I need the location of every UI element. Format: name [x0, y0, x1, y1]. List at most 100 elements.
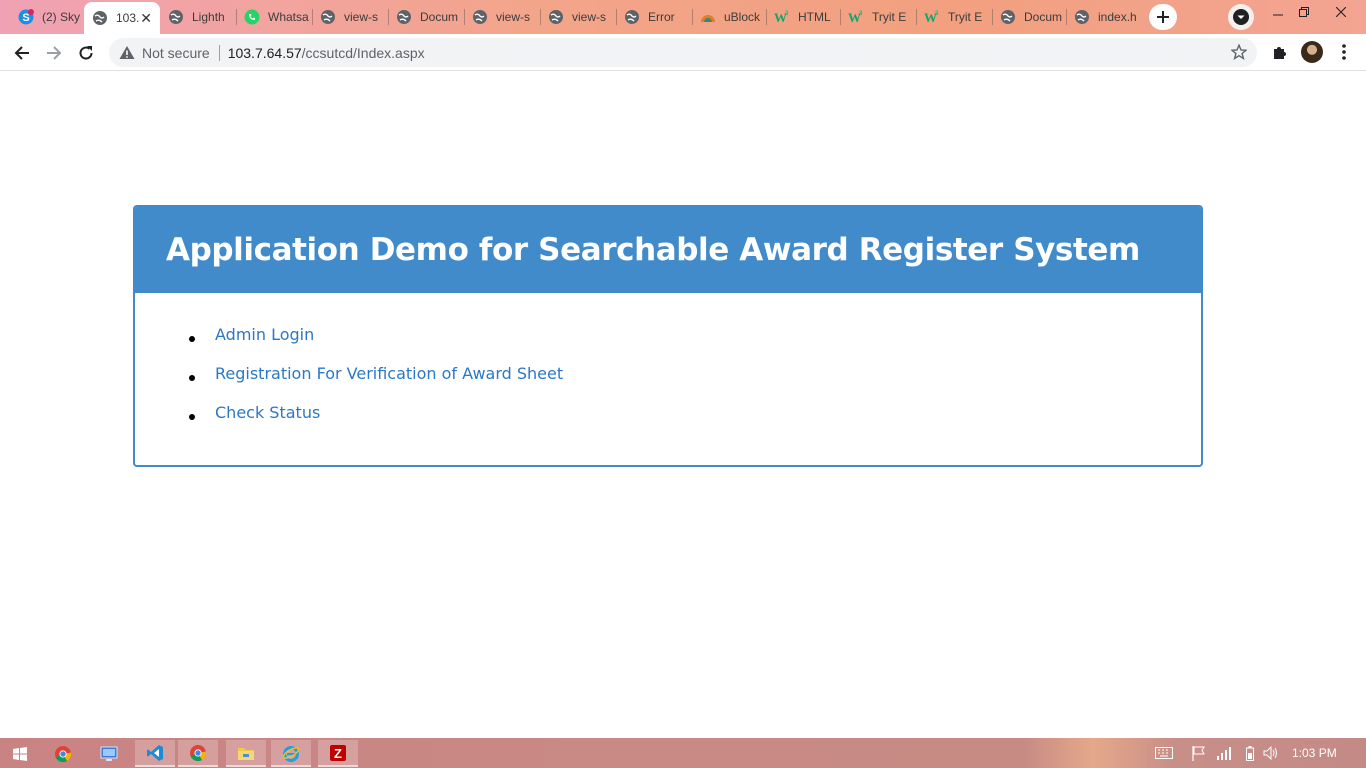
tab-title: Docum [1024, 10, 1063, 24]
filezilla-icon: Z [330, 744, 346, 761]
chrome-icon [55, 745, 72, 762]
tab-skype[interactable]: S (2) Sky [10, 0, 84, 34]
taskbar-remote-desktop[interactable] [89, 740, 129, 767]
tab-tryit-editor[interactable]: W3 Tryit E [840, 0, 916, 34]
admin-login-link[interactable]: Admin Login [215, 325, 314, 344]
arrow-left-icon [14, 46, 29, 60]
tab-strip: S (2) Sky 103. ✕ Lighth Whatsa view-s Do… [0, 0, 1366, 34]
taskbar-internet-explorer[interactable] [271, 740, 311, 767]
battery-icon[interactable] [1242, 744, 1258, 762]
tab-document[interactable]: Docum [992, 0, 1066, 34]
vscode-icon [147, 744, 163, 761]
tab-view-source[interactable]: view-s [464, 0, 540, 34]
tab-title: Tryit E [948, 10, 983, 24]
globe-icon [624, 9, 640, 25]
taskbar: Z [0, 738, 1366, 768]
registration-link[interactable]: Registration For Verification of Award S… [215, 364, 563, 383]
tab-html[interactable]: W3 HTML [766, 0, 840, 34]
check-status-link[interactable]: Check Status [215, 403, 320, 422]
tab-document[interactable]: Docum [388, 0, 464, 34]
forward-button[interactable] [41, 40, 67, 66]
tab-index[interactable]: index.h [1066, 0, 1140, 34]
tab-whatsapp[interactable]: Whatsa [236, 0, 312, 34]
tab-ublock[interactable]: uBlock [692, 0, 766, 34]
keyboard-icon[interactable] [1154, 744, 1174, 762]
list-item: Admin Login [189, 325, 1201, 364]
tab-title: view-s [496, 10, 531, 24]
file-explorer-icon [238, 747, 254, 760]
browser-menu-button[interactable] [1334, 42, 1354, 62]
svg-text:S: S [22, 12, 29, 24]
globe-icon [548, 9, 564, 25]
restore-icon [1299, 7, 1309, 17]
back-button[interactable] [9, 40, 35, 66]
taskbar-chrome-active[interactable] [178, 740, 218, 767]
globe-icon [1074, 9, 1090, 25]
browser-toolbar: Not secure 103.7.64.57/ccsutcd/Index.asp… [0, 34, 1366, 71]
tab-view-source[interactable]: view-s [312, 0, 388, 34]
ublock-icon [700, 9, 716, 25]
tab-title: index.h [1098, 10, 1137, 24]
close-icon[interactable]: ✕ [140, 10, 152, 27]
address-divider [218, 44, 220, 61]
start-icon [13, 746, 27, 761]
svg-text:3: 3 [935, 11, 939, 17]
tab-error[interactable]: Error [616, 0, 692, 34]
tab-title: Lighth [192, 10, 225, 24]
panel-heading: Application Demo for Searchable Award Re… [135, 207, 1201, 293]
tab-current-page[interactable]: 103. ✕ [84, 2, 160, 34]
tab-title: uBlock [724, 10, 761, 24]
globe-icon [168, 9, 184, 25]
skype-icon: S [18, 9, 34, 25]
restore-button[interactable] [1289, 0, 1319, 24]
action-center-flag-icon[interactable] [1190, 744, 1208, 762]
tab-search-button[interactable] [1228, 4, 1254, 30]
page-title: Application Demo for Searchable Award Re… [166, 231, 1140, 268]
security-label[interactable]: Not secure [142, 45, 210, 61]
arrow-right-icon [47, 46, 62, 60]
w3schools-icon: W3 [924, 9, 940, 25]
taskbar-filezilla[interactable]: Z [318, 740, 358, 767]
tab-title: 103. [116, 11, 140, 25]
tab-view-source[interactable]: view-s [540, 0, 616, 34]
taskbar-clock[interactable]: 1:03 PM [1292, 746, 1337, 760]
list-item: Registration For Verification of Award S… [189, 364, 1201, 403]
taskbar-file-explorer[interactable] [226, 740, 266, 767]
main-panel: Application Demo for Searchable Award Re… [133, 205, 1203, 467]
url-path: /ccsutcd/Index.aspx [301, 44, 425, 61]
avatar[interactable] [1301, 41, 1323, 63]
tab-title: (2) Sky [42, 10, 81, 24]
network-signal-icon[interactable] [1214, 744, 1234, 762]
chrome-icon [190, 744, 207, 761]
plus-icon [1157, 11, 1169, 23]
volume-icon[interactable] [1262, 744, 1280, 762]
bookmark-star-icon[interactable] [1230, 43, 1248, 61]
list-item: Check Status [189, 403, 1201, 442]
tab-tryit-editor[interactable]: W3 Tryit E [916, 0, 992, 34]
globe-icon [472, 9, 488, 25]
svg-text:3: 3 [859, 11, 863, 17]
close-window-button[interactable] [1326, 0, 1356, 24]
reload-button[interactable] [73, 40, 99, 66]
link-list: Admin Login Registration For Verificatio… [189, 325, 1201, 442]
taskbar-chrome[interactable] [43, 740, 83, 767]
tab-title: Whatsa [268, 10, 309, 24]
svg-text:3: 3 [785, 11, 789, 17]
tab-title: view-s [344, 10, 379, 24]
extensions-button[interactable] [1270, 42, 1290, 62]
address-bar[interactable]: Not secure 103.7.64.57/ccsutcd/Index.asp… [109, 38, 1257, 67]
globe-icon [1000, 9, 1016, 25]
warning-icon[interactable] [118, 44, 136, 62]
start-button[interactable] [0, 740, 40, 767]
panel-body: Admin Login Registration For Verificatio… [135, 293, 1201, 442]
w3schools-icon: W3 [774, 9, 790, 25]
minimize-icon [1273, 14, 1283, 16]
svg-text:Z: Z [334, 746, 342, 761]
tab-title: Docum [420, 10, 459, 24]
puzzle-icon [1274, 47, 1286, 59]
url-host: 103.7.64.57 [227, 44, 302, 61]
internet-explorer-icon [282, 745, 300, 762]
tab-lighthouse[interactable]: Lighth [160, 0, 236, 34]
new-tab-button[interactable] [1149, 4, 1177, 30]
taskbar-vscode[interactable] [135, 740, 175, 767]
